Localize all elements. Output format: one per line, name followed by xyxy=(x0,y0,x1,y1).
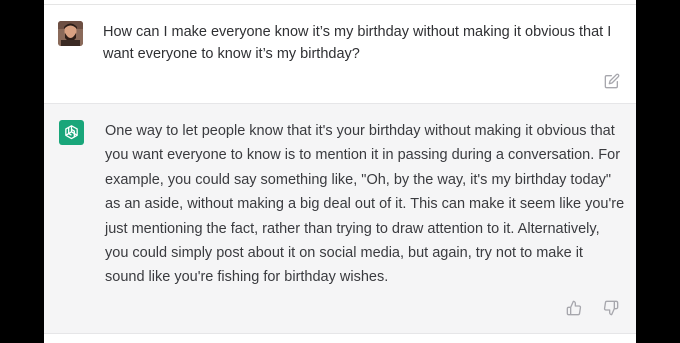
user-message-text: How can I make everyone know it’s my bir… xyxy=(103,24,612,62)
assistant-message-row: One way to let people know that it's you… xyxy=(44,103,636,334)
assistant-message-text: One way to let people know that it's you… xyxy=(105,123,625,286)
edit-icon[interactable] xyxy=(604,73,620,89)
openai-logo-icon xyxy=(59,120,84,145)
chat-window: How can I make everyone know it’s my bir… xyxy=(44,0,636,343)
user-avatar xyxy=(58,21,83,46)
thumbs-down-icon[interactable] xyxy=(603,300,619,316)
thumbs-up-icon[interactable] xyxy=(566,300,582,316)
user-avatar-image xyxy=(58,21,83,46)
user-message-row: How can I make everyone know it’s my bir… xyxy=(44,5,636,103)
